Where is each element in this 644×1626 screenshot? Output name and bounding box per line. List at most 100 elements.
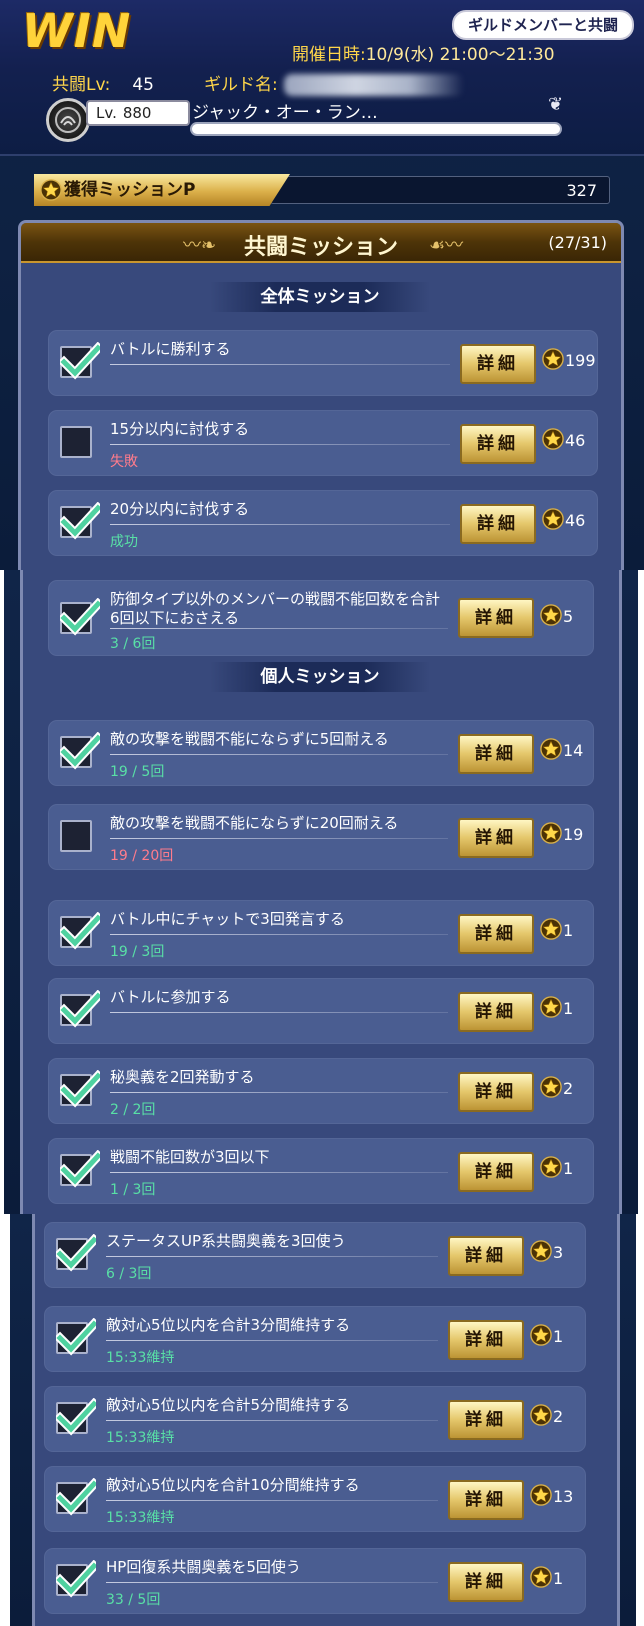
mission-card: 戦闘不能回数が3回以下 1 / 3回 詳細 1 (48, 1138, 594, 1204)
detail-button[interactable]: 詳細 (458, 914, 534, 954)
mission-title-underline (110, 754, 448, 755)
detail-button[interactable]: 詳細 (458, 1072, 534, 1112)
mission-card: バトルに勝利する 詳細 199 (48, 330, 598, 396)
mission-title: 戦闘不能回数が3回以下 (110, 1148, 270, 1166)
mission-checkbox (56, 1322, 88, 1354)
mission-title: バトルに参加する (110, 988, 231, 1006)
guild-name-label: ギルド名: (204, 75, 278, 95)
mission-reward: 14 (540, 738, 583, 760)
check-icon (56, 1318, 96, 1358)
mission-title-underline (106, 1500, 438, 1501)
mission-title-underline (106, 1340, 438, 1341)
check-icon (60, 732, 100, 772)
star-icon (540, 822, 562, 844)
schedule-value: 10/9(水) 21:00～21:30 (365, 45, 555, 65)
mission-checkbox (60, 602, 92, 634)
check-icon (60, 990, 100, 1030)
group-heading-personal: 個人ミッション (210, 662, 430, 692)
mission-reward-value: 1 (553, 1569, 564, 1588)
check-icon (60, 342, 100, 382)
check-icon (56, 1478, 96, 1518)
mission-reward: 46 (542, 428, 585, 450)
mission-card: 敵対心5位以内を合計5分間維持する 15:33維持 詳細 2 (44, 1386, 586, 1452)
star-icon (540, 1156, 562, 1178)
player-level-label: Lv. (96, 104, 117, 122)
result-screen-top: WIN ギルドメンバーと共闘 開催日時:10/9(水) 21:00～21:30 … (0, 0, 644, 570)
mission-reward-value: 13 (553, 1487, 574, 1506)
mission-card: 15分以内に討伐する 失敗 詳細 46 (48, 410, 598, 476)
mission-card: 敵の攻撃を戦闘不能にならずに5回耐える 19 / 5回 詳細 14 (48, 720, 594, 786)
coop-level-value: 45 (132, 75, 154, 95)
mission-title-underline (110, 364, 450, 365)
mission-title: ステータスUP系共闘奥義を3回使う (106, 1232, 346, 1250)
mission-points: 327 獲得ミッションP (34, 174, 610, 206)
player-name-bar (190, 122, 562, 136)
ornament-right-icon: ☙〰 (429, 235, 464, 256)
star-icon (530, 1240, 552, 1262)
player-level-value: 880 (122, 104, 152, 122)
mission-status: 19 / 3回 (110, 944, 165, 960)
result-header: WIN ギルドメンバーと共闘 開催日時:10/9(水) 21:00～21:30 … (0, 0, 644, 156)
mission-card: ステータスUP系共闘奥義を3回使う 6 / 3回 詳細 3 (44, 1222, 586, 1288)
detail-button[interactable]: 詳細 (460, 424, 536, 464)
player-name: ジャック・オー・ラン… (192, 103, 378, 123)
mission-checkbox (60, 1074, 92, 1106)
mission-reward-value: 1 (553, 1327, 564, 1346)
detail-button[interactable]: 詳細 (448, 1320, 524, 1360)
mission-title: バトル中にチャットで3回発言する (110, 910, 345, 928)
mission-title-underline (106, 1582, 438, 1583)
mission-title-underline (110, 1172, 448, 1173)
mission-reward: 1 (540, 1156, 573, 1178)
detail-button[interactable]: 詳細 (458, 598, 534, 638)
star-icon (530, 1404, 552, 1426)
mission-title: 敵対心5位以内を合計5分間維持する (106, 1396, 351, 1414)
check-icon (56, 1234, 96, 1274)
mission-reward: 1 (540, 996, 573, 1018)
mission-title-underline (110, 1092, 448, 1093)
detail-button[interactable]: 詳細 (448, 1236, 524, 1276)
mission-status: 15:33維持 (106, 1510, 175, 1526)
mission-title-underline (106, 1256, 438, 1257)
mission-status: 33 / 5回 (106, 1592, 161, 1608)
mission-reward-value: 2 (553, 1407, 564, 1426)
coop-level: 共闘Lv: 45 (52, 70, 154, 95)
mission-points-label: 獲得ミッションP (64, 180, 196, 200)
mission-status: 15:33維持 (106, 1430, 175, 1446)
detail-button[interactable]: 詳細 (448, 1400, 524, 1440)
mission-title-underline (110, 444, 450, 445)
guild-name-redacted (283, 74, 464, 96)
mission-title-underline (110, 1012, 448, 1013)
mission-reward-value: 199 (565, 351, 596, 370)
mission-points-field: 327 (270, 176, 610, 204)
mission-reward-value: 46 (565, 431, 586, 450)
mission-checkbox (60, 820, 92, 852)
mission-checkbox (60, 916, 92, 948)
mission-status: 3 / 6回 (110, 636, 156, 652)
mission-reward-value: 46 (565, 511, 586, 530)
mission-reward: 199 (542, 348, 596, 370)
detail-button[interactable]: 詳細 (458, 992, 534, 1032)
detail-button[interactable]: 詳細 (460, 344, 536, 384)
group-heading-overall: 全体ミッション (210, 282, 430, 312)
star-icon (530, 1566, 552, 1588)
mission-checkbox (56, 1482, 88, 1514)
mission-title: 20分以内に討伐する (110, 500, 250, 518)
star-icon (540, 918, 562, 940)
check-icon (60, 912, 100, 952)
detail-button[interactable]: 詳細 (448, 1480, 524, 1520)
detail-button[interactable]: 詳細 (458, 818, 534, 858)
detail-button[interactable]: 詳細 (448, 1562, 524, 1602)
mission-title: 敵の攻撃を戦闘不能にならずに20回耐える (110, 814, 399, 832)
detail-button[interactable]: 詳細 (460, 504, 536, 544)
mission-reward-value: 14 (563, 741, 584, 760)
mission-checkbox (56, 1564, 88, 1596)
mission-status: 15:33維持 (106, 1350, 175, 1366)
detail-button[interactable]: 詳細 (458, 734, 534, 774)
mission-status: 19 / 20回 (110, 848, 174, 864)
mission-card: 敵対心5位以内を合計10分間維持する 15:33維持 詳細 13 (44, 1466, 586, 1532)
feather-icon: ❦ (548, 94, 564, 115)
mission-reward: 5 (540, 604, 573, 626)
mission-card: 敵の攻撃を戦闘不能にならずに20回耐える 19 / 20回 詳細 19 (48, 804, 594, 870)
detail-button[interactable]: 詳細 (458, 1152, 534, 1192)
guild-name: ギルド名: (204, 70, 464, 96)
